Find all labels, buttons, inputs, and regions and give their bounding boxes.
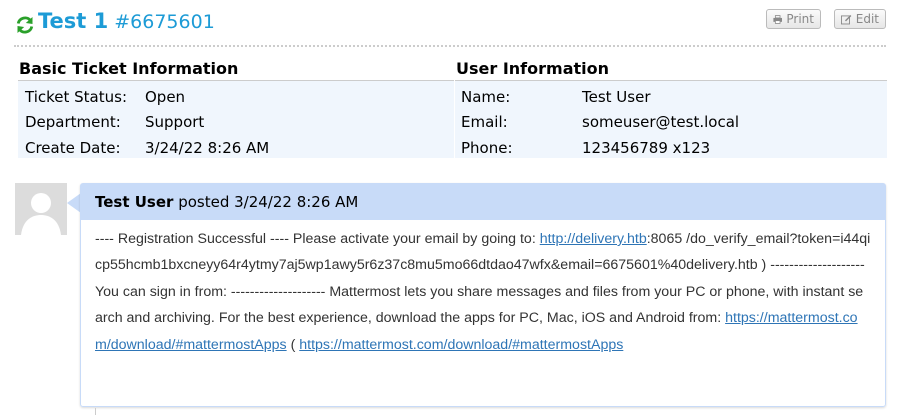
message-text-3: (	[286, 336, 300, 353]
ticket-status-label: Ticket Status:	[25, 87, 127, 106]
edit-icon	[841, 14, 852, 24]
user-name-row: Name: Test User	[455, 84, 887, 110]
department-label: Department:	[25, 113, 121, 132]
header-divider	[14, 45, 886, 47]
user-phone-row: Phone: 123456789 x123	[455, 135, 887, 161]
ticket-number[interactable]: #6675601	[114, 11, 215, 33]
user-phone-value: 123456789 x123	[582, 138, 711, 157]
thread-entry-header: Test User posted 3/24/22 8:26 AM	[81, 184, 885, 220]
avatar	[15, 183, 67, 235]
basic-info-body: Ticket Status: Open Department: Support …	[18, 81, 454, 158]
user-phone-label: Phone:	[461, 138, 513, 157]
user-info-heading: User Information	[455, 58, 887, 81]
mattermost-download-link-2[interactable]: https://mattermost.com/download/#matterm…	[299, 337, 623, 353]
user-name-label: Name:	[461, 87, 511, 106]
print-label: Print	[786, 12, 814, 26]
basic-info-heading: Basic Ticket Information	[18, 58, 454, 81]
basic-ticket-info: Basic Ticket Information Ticket Status: …	[18, 58, 454, 158]
ticket-title: Test 1 #6675601	[38, 9, 215, 33]
user-info-body: Name: Test User Email: someuser@test.loc…	[455, 81, 887, 158]
delivery-link[interactable]: http://delivery.htb	[540, 231, 647, 247]
edit-label: Edit	[855, 12, 879, 26]
department-row: Department: Support	[18, 110, 454, 136]
thread-author: Test User	[95, 193, 174, 211]
user-info: User Information Name: Test User Email: …	[455, 58, 887, 158]
print-button[interactable]: Print	[766, 9, 821, 29]
thread-message: ---- Registration Successful ---- Please…	[81, 220, 885, 358]
create-date-value: 3/24/22 8:26 AM	[145, 138, 270, 157]
message-text-1: ---- Registration Successful ---- Please…	[95, 231, 540, 247]
user-name-value: Test User	[582, 87, 651, 106]
thread-posted-date: posted 3/24/22 8:26 AM	[178, 193, 359, 211]
user-email-row: Email: someuser@test.local	[455, 110, 887, 136]
ticket-header: Test 1 #6675601 Print Edit	[14, 8, 886, 46]
refresh-icon[interactable]	[15, 15, 35, 35]
user-email-value: someuser@test.local	[582, 113, 740, 132]
print-icon	[773, 14, 782, 24]
create-date-label: Create Date:	[25, 138, 121, 157]
ticket-title-text: Test 1	[38, 9, 109, 33]
thread-entry-pointer	[67, 193, 81, 213]
user-email-label: Email:	[461, 113, 508, 132]
thread-entry: Test User posted 3/24/22 8:26 AM ---- Re…	[80, 183, 886, 407]
ticket-status-row: Ticket Status: Open	[18, 84, 454, 110]
thread-line	[95, 408, 96, 415]
edit-button[interactable]: Edit	[834, 9, 886, 29]
ticket-status-value: Open	[145, 87, 186, 106]
create-date-row: Create Date: 3/24/22 8:26 AM	[18, 135, 454, 161]
department-value: Support	[145, 113, 205, 132]
